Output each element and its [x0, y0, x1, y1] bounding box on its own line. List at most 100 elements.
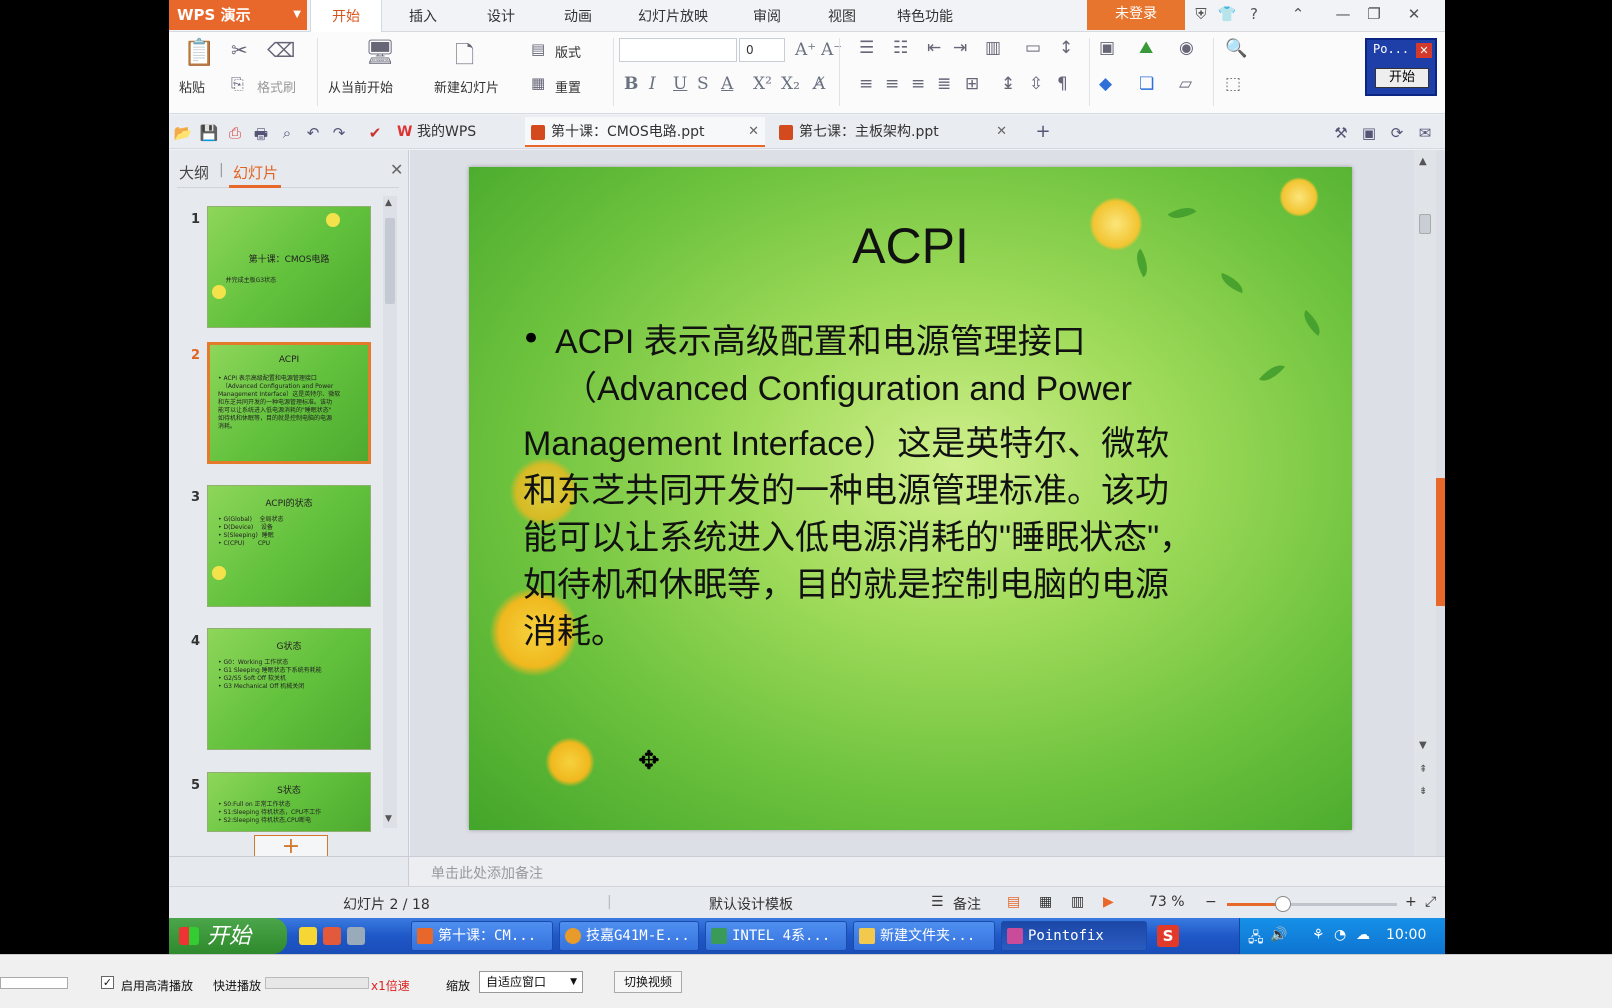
align-right-icon[interactable]: ≡	[911, 74, 925, 94]
pointofix-window[interactable]: Po... ✕ 开始	[1365, 38, 1437, 96]
arrange-icon[interactable]: ❏	[1139, 74, 1154, 94]
menu-home[interactable]: 开始	[310, 0, 382, 33]
slide-thumbnail-3[interactable]: ACPI的状态 • G(Global) 全局状态 • D(Device) 设备 …	[207, 485, 371, 607]
reset-button[interactable]: 重置	[555, 77, 581, 96]
from-current-button[interactable]: 从当前开始	[328, 77, 393, 96]
decrease-indent-icon[interactable]: ⇤	[927, 38, 941, 58]
paste-icon[interactable]: 📋	[183, 38, 215, 68]
print-preview-icon[interactable]: ⌕	[277, 124, 297, 142]
font-size-select[interactable]: 0	[739, 38, 785, 62]
slide-title[interactable]: ACPI	[469, 217, 1352, 275]
underline-icon[interactable]: U	[673, 74, 687, 94]
notes-toggle-button[interactable]: 备注	[953, 894, 981, 914]
close-panel-icon[interactable]: ✕	[390, 160, 403, 179]
strikethrough-icon[interactable]: S	[697, 74, 709, 94]
redo-icon[interactable]: ↷	[329, 124, 349, 142]
bold-icon[interactable]: B	[624, 74, 638, 94]
number-list-icon[interactable]: ☷	[893, 38, 908, 58]
notes-placeholder[interactable]: 单击此处添加备注	[431, 863, 543, 883]
taskbar-item-pointofix[interactable]: Pointofix	[1001, 921, 1147, 951]
tray-clock[interactable]: 10:00	[1386, 927, 1426, 943]
login-button[interactable]: 未登录	[1087, 0, 1185, 30]
eraser-icon[interactable]: ⌫	[267, 38, 295, 62]
previous-slide-icon[interactable]: ⇞	[1419, 764, 1427, 775]
cut-icon[interactable]: ✂	[231, 38, 248, 62]
tray-app-icon[interactable]: ⚘	[1312, 927, 1325, 943]
wps-app-menu-button[interactable]: WPS 演示 ▼	[169, 0, 307, 30]
taskbar-item-image[interactable]: INTEL 4系...	[705, 921, 847, 951]
slide-thumbnail-5[interactable]: S状态 • S0:Full on 正常工作状态 • S1:Sleeping 待机…	[207, 772, 371, 832]
quicklaunch-icon[interactable]	[347, 927, 365, 945]
taskbar-item-wps[interactable]: 第十课：CM...	[411, 921, 553, 951]
slideshow-icon[interactable]: 🖥	[365, 38, 395, 66]
side-panel-toggle[interactable]	[1436, 478, 1445, 606]
scroll-down-icon[interactable]: ▼	[1419, 740, 1427, 751]
close-tab-icon[interactable]: ✕	[996, 117, 1007, 147]
increase-font-icon[interactable]: A⁺	[795, 40, 816, 60]
scroll-up-icon[interactable]: ▲	[385, 198, 392, 208]
shirt-icon[interactable]: 👕	[1216, 5, 1238, 23]
menu-slideshow[interactable]: 幻灯片放映	[638, 0, 708, 32]
volume-slider[interactable]	[0, 977, 68, 989]
clear-format-icon[interactable]: A̸	[813, 74, 825, 94]
notes-pane[interactable]: 单击此处添加备注	[169, 856, 1445, 887]
subscript-icon[interactable]: X₂	[781, 74, 800, 94]
increase-indent-icon[interactable]: ⇥	[953, 38, 967, 58]
tray-volume-icon[interactable]: 🔊	[1270, 927, 1287, 943]
start-button[interactable]: 开始	[169, 918, 287, 954]
tab-outline[interactable]: 大纲	[179, 162, 209, 183]
paragraph-spacing-icon[interactable]: ⇳	[1029, 74, 1043, 94]
taskbar-item-folder[interactable]: 新建文件夹...	[853, 921, 995, 951]
help-icon[interactable]: ?	[1243, 5, 1265, 23]
scroll-up-icon[interactable]: ▲	[1419, 156, 1427, 167]
scrollbar-thumb[interactable]	[385, 218, 395, 304]
menu-view[interactable]: 视图	[828, 0, 856, 32]
menu-review[interactable]: 审阅	[753, 0, 781, 32]
notes-toggle-icon[interactable]: ☰	[931, 894, 944, 910]
tab-slides[interactable]: 幻灯片	[233, 162, 278, 183]
restore-icon[interactable]: ❐	[1363, 5, 1385, 23]
feedback-icon[interactable]: ✉	[1415, 124, 1435, 142]
normal-view-icon[interactable]: ▤	[1007, 894, 1020, 910]
slide-thumbnail-1[interactable]: 第十课：CMOS电路 并完成主板G3状态	[207, 206, 371, 328]
slide-thumbnail-4[interactable]: G状态 • G0：Working 工作状态 • G1 Sleeping 睡眠状态…	[207, 628, 371, 750]
hd-checkbox[interactable]: ✓	[101, 976, 114, 989]
find-icon[interactable]: 🔍	[1225, 38, 1247, 59]
paragraph-icon[interactable]: ¶	[1057, 74, 1068, 94]
sync-icon[interactable]: ⟳	[1387, 124, 1407, 142]
superscript-icon[interactable]: X²	[753, 74, 772, 94]
next-slide-icon[interactable]: ⇟	[1419, 786, 1427, 797]
zoom-slider-knob[interactable]	[1275, 896, 1292, 912]
speed-slider[interactable]	[265, 977, 369, 989]
switch-video-button[interactable]: 切换视频	[614, 971, 682, 993]
close-tab-icon[interactable]: ✕	[748, 117, 759, 147]
zoom-out-icon[interactable]: −	[1205, 894, 1217, 910]
slide-thumbnail-2[interactable]: ACPI • ACPI 表示高级配置和电源管理接口 （Advanced Conf…	[207, 342, 371, 464]
paste-button[interactable]: 粘贴	[179, 77, 205, 96]
layout-button[interactable]: 版式	[555, 42, 581, 61]
tray-app-icon[interactable]: ◔	[1334, 927, 1346, 943]
align-center-icon[interactable]: ≡	[885, 74, 899, 94]
line-spacing-icon[interactable]: ↨	[1001, 74, 1015, 94]
zoom-percent[interactable]: 73 %	[1149, 894, 1185, 910]
scale-select[interactable]: 自适应窗口 ▼	[479, 971, 583, 993]
zoom-in-icon[interactable]: +	[1405, 894, 1417, 910]
close-icon[interactable]: ✕	[1403, 5, 1425, 23]
distribute-icon[interactable]: ⊞	[965, 74, 979, 94]
fill-icon[interactable]: ◉	[1179, 38, 1194, 58]
fit-window-icon[interactable]: ⤢	[1425, 894, 1436, 910]
slideshow-view-icon[interactable]: ▶	[1103, 894, 1114, 910]
tray-app-icon[interactable]: ☁	[1356, 927, 1370, 943]
zoom-slider[interactable]	[1227, 896, 1397, 912]
new-slide-button[interactable]: 新建幻灯片	[434, 77, 499, 96]
format-painter-button[interactable]: 格式刷	[257, 77, 296, 96]
menu-animation[interactable]: 动画	[564, 0, 592, 32]
shield-icon[interactable]: ⛨	[1190, 5, 1212, 23]
minimize-icon[interactable]: —	[1332, 5, 1354, 23]
scrollbar-thumb[interactable]	[1419, 214, 1431, 234]
copy-icon[interactable]: ⎘	[231, 74, 244, 94]
font-family-select[interactable]	[619, 38, 737, 62]
justify-icon[interactable]: ≣	[937, 74, 951, 94]
tools-icon[interactable]: ⚒	[1331, 124, 1351, 142]
current-slide[interactable]: ACPI • ACPI 表示高级配置和电源管理接口 （Advanced Conf…	[469, 167, 1352, 830]
